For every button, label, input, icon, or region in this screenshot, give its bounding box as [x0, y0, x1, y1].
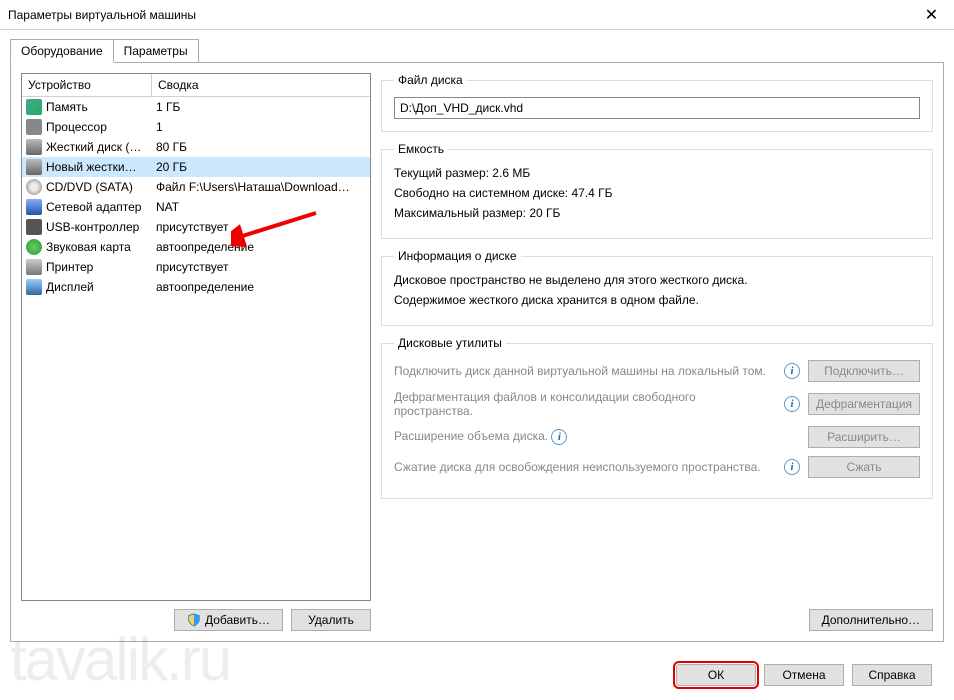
util-text: Расширение объема диска. i	[394, 429, 800, 445]
shield-icon	[187, 613, 201, 627]
tab-panel: Устройство Сводка Память1 ГБПроцессор1Же…	[10, 62, 944, 642]
device-summary: 20 ГБ	[152, 160, 366, 174]
util-row: Сжатие диска для освобождения неиспользу…	[394, 456, 920, 478]
device-summary: присутствует	[152, 260, 366, 274]
close-button[interactable]: ✕	[909, 0, 954, 29]
util-button[interactable]: Дефрагментация	[808, 393, 920, 415]
device-name: CD/DVD (SATA)	[46, 180, 152, 194]
tab-hardware[interactable]: Оборудование	[10, 39, 114, 63]
util-button[interactable]: Подключить…	[808, 360, 920, 382]
capacity-free: Свободно на системном диске: 47.4 ГБ	[394, 186, 920, 200]
device-summary: автоопределение	[152, 280, 366, 294]
info-icon[interactable]: i	[784, 459, 800, 475]
disk-file-input[interactable]	[394, 97, 920, 119]
device-icon	[26, 219, 42, 235]
tab-options[interactable]: Параметры	[114, 39, 199, 63]
util-text: Сжатие диска для освобождения неиспользу…	[394, 460, 776, 474]
util-text: Подключить диск данной виртуальной машин…	[394, 364, 776, 378]
device-name: Сетевой адаптер	[46, 200, 152, 214]
help-button[interactable]: Справка	[852, 664, 932, 686]
device-summary: NAT	[152, 200, 366, 214]
device-summary: автоопределение	[152, 240, 366, 254]
remove-button[interactable]: Удалить	[291, 609, 371, 631]
device-row[interactable]: Принтерприсутствует	[22, 257, 370, 277]
device-header: Устройство Сводка	[22, 74, 370, 97]
device-name: USB-контроллер	[46, 220, 152, 234]
capacity-group: Емкость Текущий размер: 2.6 МБ Свободно …	[381, 142, 933, 239]
capacity-legend: Емкость	[394, 142, 448, 156]
device-row[interactable]: Жесткий диск (…80 ГБ	[22, 137, 370, 157]
device-row[interactable]: Новый жестки…20 ГБ	[22, 157, 370, 177]
device-row[interactable]: CD/DVD (SATA)Файл F:\Users\Наташа\Downlo…	[22, 177, 370, 197]
advanced-row: Дополнительно…	[381, 609, 933, 631]
device-row[interactable]: Звуковая картаавтоопределение	[22, 237, 370, 257]
device-icon	[26, 139, 42, 155]
device-summary: 1 ГБ	[152, 100, 366, 114]
device-row[interactable]: Память1 ГБ	[22, 97, 370, 117]
info-icon[interactable]: i	[784, 363, 800, 379]
col-device[interactable]: Устройство	[22, 74, 152, 96]
disk-info-legend: Информация о диске	[394, 249, 521, 263]
device-name: Дисплей	[46, 280, 152, 294]
disk-file-group: Файл диска	[381, 73, 933, 132]
ok-button[interactable]: ОК	[676, 664, 756, 686]
util-text: Дефрагментация файлов и консолидации сво…	[394, 390, 776, 418]
disk-utils-legend: Дисковые утилиты	[394, 336, 506, 350]
disk-utils-group: Дисковые утилиты Подключить диск данной …	[381, 336, 933, 499]
info-icon[interactable]: i	[784, 396, 800, 412]
device-row[interactable]: Дисплейавтоопределение	[22, 277, 370, 297]
device-icon	[26, 99, 42, 115]
device-buttons: Добавить… Удалить	[21, 609, 371, 631]
util-button[interactable]: Расширить…	[808, 426, 920, 448]
util-button[interactable]: Сжать	[808, 456, 920, 478]
info-icon[interactable]: i	[551, 429, 567, 445]
device-summary: Файл F:\Users\Наташа\Download…	[152, 180, 366, 194]
add-label: Добавить…	[205, 613, 270, 627]
disk-info-group: Информация о диске Дисковое пространство…	[381, 249, 933, 326]
titlebar: Параметры виртуальной машины ✕	[0, 0, 954, 30]
device-name: Жесткий диск (…	[46, 140, 152, 154]
tabs: Оборудование Параметры	[0, 38, 954, 62]
device-summary: 80 ГБ	[152, 140, 366, 154]
device-icon	[26, 259, 42, 275]
footer-buttons: ОК Отмена Справка	[676, 664, 932, 686]
device-summary: 1	[152, 120, 366, 134]
device-icon	[26, 159, 42, 175]
cancel-button[interactable]: Отмена	[764, 664, 844, 686]
disk-file-legend: Файл диска	[394, 73, 467, 87]
device-icon	[26, 239, 42, 255]
device-row[interactable]: Процессор1	[22, 117, 370, 137]
device-icon	[26, 119, 42, 135]
device-row[interactable]: Сетевой адаптерNAT	[22, 197, 370, 217]
capacity-max: Максимальный размер: 20 ГБ	[394, 206, 920, 220]
advanced-button[interactable]: Дополнительно…	[809, 609, 933, 631]
device-icon	[26, 279, 42, 295]
device-name: Принтер	[46, 260, 152, 274]
device-list: Устройство Сводка Память1 ГБПроцессор1Же…	[21, 73, 371, 601]
device-name: Новый жестки…	[46, 160, 152, 174]
util-row: Расширение объема диска. i Расширить…	[394, 426, 920, 448]
device-name: Память	[46, 100, 152, 114]
util-row: Дефрагментация файлов и консолидации сво…	[394, 390, 920, 418]
device-name: Звуковая карта	[46, 240, 152, 254]
device-icon	[26, 179, 42, 195]
disk-info-1: Дисковое пространство не выделено для эт…	[394, 273, 920, 287]
device-name: Процессор	[46, 120, 152, 134]
disk-info-2: Содержимое жесткого диска хранится в одн…	[394, 293, 920, 307]
window-title: Параметры виртуальной машины	[8, 8, 909, 22]
device-row[interactable]: USB-контроллерприсутствует	[22, 217, 370, 237]
util-row: Подключить диск данной виртуальной машин…	[394, 360, 920, 382]
right-pane: Файл диска Емкость Текущий размер: 2.6 М…	[381, 73, 933, 631]
col-summary[interactable]: Сводка	[152, 74, 370, 96]
device-summary: присутствует	[152, 220, 366, 234]
device-icon	[26, 199, 42, 215]
add-button[interactable]: Добавить…	[174, 609, 283, 631]
capacity-current: Текущий размер: 2.6 МБ	[394, 166, 920, 180]
left-pane: Устройство Сводка Память1 ГБПроцессор1Же…	[21, 73, 371, 631]
